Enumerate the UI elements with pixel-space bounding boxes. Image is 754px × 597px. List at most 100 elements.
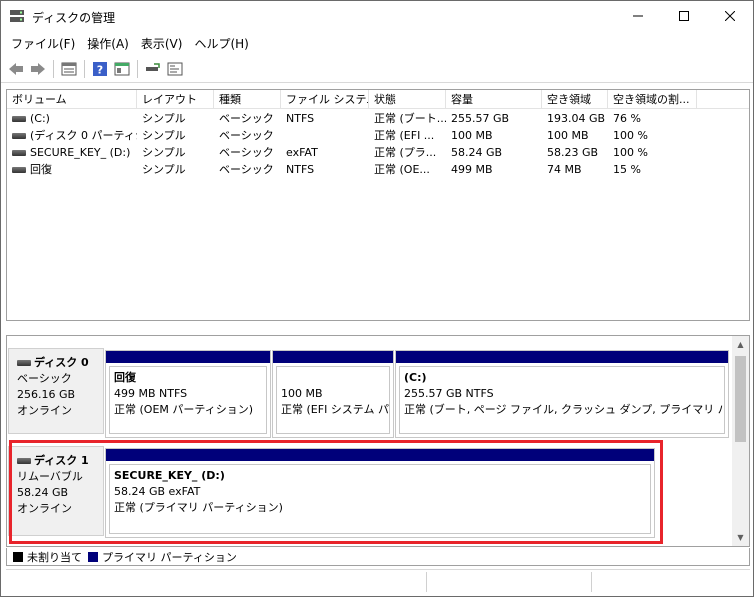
volume-name: (C:): [30, 112, 50, 125]
column-header-volume[interactable]: ボリューム: [7, 90, 137, 109]
column-header-filesystem[interactable]: ファイル システム: [281, 90, 369, 109]
status-bar-divider: [591, 572, 592, 592]
disk-0-status: オンライン: [17, 404, 72, 417]
layout-cell: シンプル: [142, 112, 186, 125]
back-icon: [9, 62, 23, 75]
partition-efi[interactable]: 100 MB 正常 (EFI システム パー: [272, 350, 394, 438]
menu-help[interactable]: ヘルプ(H): [188, 35, 254, 52]
partition-status: 正常 (ブート, ページ ファイル, クラッシュ ダンプ, プライマリ パーティ…: [404, 403, 724, 416]
column-header-free-percent[interactable]: 空き領域の割...: [608, 90, 697, 109]
forward-button[interactable]: [27, 58, 49, 80]
minimize-icon: [633, 15, 643, 17]
svg-text:?: ?: [97, 63, 103, 76]
partition-info: 100 MB 正常 (EFI システム パー: [276, 366, 390, 434]
free-space-cell: 100 MB: [547, 129, 589, 142]
type-cell: ベーシック: [219, 163, 274, 176]
status-bar: [6, 569, 750, 593]
partition-info: 回復 499 MB NTFS 正常 (OEM パーティション): [109, 366, 267, 434]
partition-name: 回復: [114, 371, 136, 384]
menu-view[interactable]: 表示(V): [135, 35, 189, 52]
volume-icon: [12, 133, 26, 139]
properties-button[interactable]: [111, 58, 133, 80]
unallocated-swatch: [13, 551, 23, 562]
status-cell: 正常 (OE...: [374, 163, 430, 176]
status-cell: 正常 (ブート...: [374, 112, 446, 125]
disk-icon: [17, 360, 31, 366]
settings-button[interactable]: [164, 58, 186, 80]
highlight-frame: [9, 440, 663, 544]
volume-icon: [12, 116, 26, 122]
volume-list: ボリューム レイアウト 種類 ファイル システム 状態 容量 空き領域 空き領域…: [6, 89, 750, 321]
column-header-status[interactable]: 状態: [369, 90, 446, 109]
disk-management-window: ディスクの管理 ファイル(F) 操作(A) 表示(V) ヘルプ(H) ? ボリュ…: [0, 0, 754, 597]
type-cell: ベーシック: [219, 146, 274, 159]
help-button[interactable]: ?: [89, 58, 111, 80]
volume-row[interactable]: (ディスク 0 パーティシ... シンプル ベーシック 正常 (EFI ... …: [7, 127, 749, 144]
scroll-down-button[interactable]: ▼: [732, 529, 749, 546]
maximize-button[interactable]: [661, 1, 707, 31]
volume-icon: [12, 150, 26, 156]
scroll-thumb[interactable]: [735, 356, 746, 442]
volume-row[interactable]: (C:) シンプル ベーシック NTFS 正常 (ブート... 255.57 G…: [7, 110, 749, 127]
partition-recovery[interactable]: 回復 499 MB NTFS 正常 (OEM パーティション): [105, 350, 271, 438]
capacity-cell: 255.57 GB: [451, 112, 510, 125]
primary-partition-bar: [273, 351, 393, 363]
partition-size: 499 MB NTFS: [114, 387, 188, 400]
partition-status: 正常 (EFI システム パー: [281, 403, 390, 416]
close-button[interactable]: [707, 1, 753, 31]
status-cell: 正常 (プラ...: [374, 146, 437, 159]
partition-c[interactable]: (C:) 255.57 GB NTFS 正常 (ブート, ページ ファイル, ク…: [395, 350, 729, 438]
disk-0-label[interactable]: ディスク 0 ベーシック 256.16 GB オンライン: [8, 348, 104, 434]
disk-list-button[interactable]: [58, 58, 80, 80]
toolbar-separator: [53, 59, 54, 78]
layout-cell: シンプル: [142, 163, 186, 176]
toolbar-separator: [84, 59, 85, 78]
disk-0-type: ベーシック: [17, 372, 72, 385]
status-bar-divider: [426, 572, 427, 592]
back-button[interactable]: [5, 58, 27, 80]
close-icon: [725, 11, 735, 21]
capacity-cell: 58.24 GB: [451, 146, 503, 159]
disk-area-scrollbar[interactable]: ▲ ▼: [732, 336, 749, 546]
partition-size: 255.57 GB NTFS: [404, 387, 494, 400]
column-header-capacity[interactable]: 容量: [446, 90, 542, 109]
rescan-button[interactable]: [142, 58, 164, 80]
disk-map-area: ディスク 0 ベーシック 256.16 GB オンライン 回復 499 MB N…: [6, 335, 750, 547]
layout-cell: シンプル: [142, 146, 186, 159]
volume-row[interactable]: SECURE_KEY_ (D:) シンプル ベーシック exFAT 正常 (プラ…: [7, 144, 749, 161]
volume-cell: SECURE_KEY_ (D:): [7, 144, 137, 161]
disk-0-name: ディスク 0: [34, 356, 89, 369]
minimize-button[interactable]: [615, 1, 661, 31]
partition-size: 100 MB: [281, 387, 323, 400]
filesystem-cell: [281, 127, 369, 144]
filesystem-cell: exFAT: [286, 146, 318, 159]
type-cell: ベーシック: [219, 129, 274, 142]
free-space-cell: 193.04 GB: [547, 112, 606, 125]
volume-name: (ディスク 0 パーティシ...: [30, 129, 137, 142]
column-header-free-space[interactable]: 空き領域: [542, 90, 608, 109]
column-header-type[interactable]: 種類: [214, 90, 281, 109]
volume-name: 回復: [30, 163, 52, 176]
column-header-layout[interactable]: レイアウト: [137, 90, 214, 109]
disk-0-title: ディスク 0: [17, 355, 103, 371]
rescan-icon: [146, 62, 160, 71]
menu-file[interactable]: ファイル(F): [5, 35, 81, 52]
legend-primary-partition: プライマリ パーティション: [102, 550, 237, 564]
scroll-down-icon: ▼: [737, 533, 744, 542]
toolbar: ?: [1, 55, 753, 83]
scroll-up-button[interactable]: ▲: [732, 336, 749, 353]
primary-partition-swatch: [88, 551, 98, 562]
layout-cell: シンプル: [142, 129, 186, 142]
filesystem-cell: NTFS: [286, 163, 315, 176]
free-percent-cell: 100 %: [613, 146, 648, 159]
primary-partition-bar: [396, 351, 728, 363]
volume-cell: (C:): [7, 110, 137, 127]
menu-action[interactable]: 操作(A): [81, 35, 135, 52]
toolbar-separator: [137, 59, 138, 78]
free-percent-cell: 100 %: [613, 129, 648, 142]
volume-row[interactable]: 回復 シンプル ベーシック NTFS 正常 (OE... 499 MB 74 M…: [7, 161, 749, 178]
settings-icon: [167, 62, 183, 75]
menu-bar: ファイル(F) 操作(A) 表示(V) ヘルプ(H): [1, 32, 753, 54]
legend-unallocated: 未割り当て: [27, 550, 82, 564]
free-space-cell: 74 MB: [547, 163, 582, 176]
